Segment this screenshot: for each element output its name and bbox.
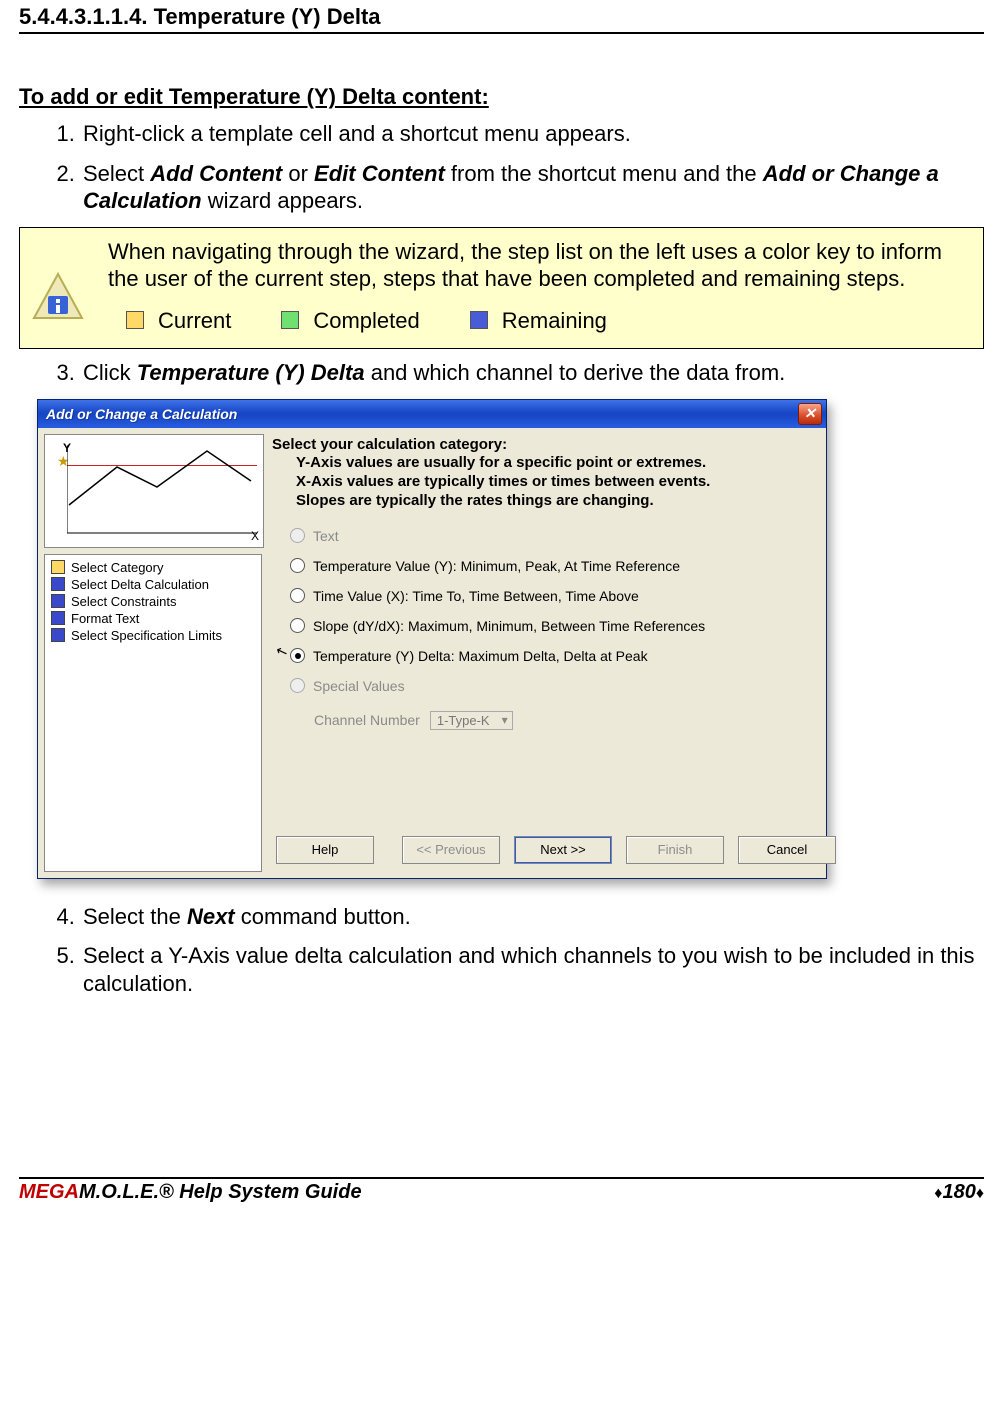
text: Select xyxy=(83,161,150,186)
info-icon xyxy=(32,238,88,331)
wizard-step-item[interactable]: Select Constraints xyxy=(49,593,257,610)
radio-icon xyxy=(290,678,305,693)
instruction-list-cont: Click Temperature (Y) Delta and which ch… xyxy=(19,359,984,387)
dialog-button-bar: Help << Previous Next >> Finish Cancel xyxy=(268,826,844,872)
text: from the shortcut menu and the xyxy=(445,161,763,186)
subsection-heading: To add or edit Temperature (Y) Delta con… xyxy=(19,84,984,110)
wizard-step-list: Select Category Select Delta Calculation… xyxy=(44,554,262,872)
instruction-step-4: Select the Next command button. xyxy=(81,903,984,931)
diamond-icon: ♦ xyxy=(976,1185,984,1202)
channel-number-label: Channel Number xyxy=(314,712,420,728)
category-description: Select your calculation category: Y-Axis… xyxy=(268,434,844,521)
instruction-step-2: Select Add Content or Edit Content from … xyxy=(81,160,984,215)
radio-icon xyxy=(290,558,305,573)
legend-chip-remaining xyxy=(470,311,488,329)
category-options: Text Temperature Value (Y): Minimum, Pea… xyxy=(268,521,844,826)
emphasis-edit-content: Edit Content xyxy=(314,161,445,186)
emphasis-add-content: Add Content xyxy=(150,161,282,186)
radio-label: Slope (dY/dX): Maximum, Minimum, Between… xyxy=(313,618,705,634)
radio-icon xyxy=(290,528,305,543)
axis-x-label: X xyxy=(251,529,259,543)
dialog-titlebar[interactable]: Add or Change a Calculation ✕ xyxy=(38,400,826,428)
instruction-step-1: Right-click a template cell and a shortc… xyxy=(81,120,984,148)
cat-line-1: Select your calculation category: xyxy=(272,436,507,453)
wizard-dialog: Add or Change a Calculation ✕ Y ★ xyxy=(37,399,827,879)
instruction-step-3: Click Temperature (Y) Delta and which ch… xyxy=(81,359,984,387)
legend-chip-current xyxy=(126,311,144,329)
step-chip-icon xyxy=(51,594,65,608)
step-chip-icon xyxy=(51,560,65,574)
section-title: Temperature (Y) Delta xyxy=(154,4,381,29)
cancel-button[interactable]: Cancel xyxy=(738,836,836,864)
radio-label: Temperature Value (Y): Minimum, Peak, At… xyxy=(313,558,680,574)
emphasis-temp-y-delta: Temperature (Y) Delta xyxy=(137,360,365,385)
emphasis-next: Next xyxy=(187,904,235,929)
text: Select the xyxy=(83,904,187,929)
cursor-icon: ↖ xyxy=(273,641,290,661)
next-button[interactable]: Next >> xyxy=(514,836,612,864)
step-label: Format Text xyxy=(71,611,139,626)
finish-button: Finish xyxy=(626,836,724,864)
instruction-list-cont-2: Select the Next command button. Select a… xyxy=(19,903,984,998)
radio-option-text: Text xyxy=(290,521,844,551)
radio-option-temp-y[interactable]: Temperature Value (Y): Minimum, Peak, At… xyxy=(290,551,844,581)
page-num: 180 xyxy=(942,1181,975,1203)
color-legend: Current Completed Remaining xyxy=(108,307,969,335)
text: Click xyxy=(83,360,137,385)
previous-button: << Previous xyxy=(402,836,500,864)
radio-option-special: Special Values xyxy=(290,671,844,701)
channel-number-row: Channel Number 1-Type-K xyxy=(290,701,844,730)
legend-chip-completed xyxy=(281,311,299,329)
help-button[interactable]: Help xyxy=(276,836,374,864)
step-label: Select Category xyxy=(71,560,164,575)
instruction-step-5: Select a Y-Axis value delta calculation … xyxy=(81,942,984,997)
wizard-step-item[interactable]: Select Delta Calculation xyxy=(49,576,257,593)
radio-label: Special Values xyxy=(313,678,405,694)
footer-page-number: ♦180♦ xyxy=(934,1181,984,1204)
page-footer: MEGAM.O.L.E.® Help System Guide ♦180♦ xyxy=(19,1177,984,1204)
step-chip-icon xyxy=(51,628,65,642)
step-label: Select Delta Calculation xyxy=(71,577,209,592)
cat-line-4: Slopes are typically the rates things ar… xyxy=(272,492,840,511)
instruction-list: Right-click a template cell and a shortc… xyxy=(19,120,984,215)
radio-label: Temperature (Y) Delta: Maximum Delta, De… xyxy=(313,648,648,664)
text: wizard appears. xyxy=(202,188,363,213)
legend-label-completed: Completed xyxy=(313,307,419,335)
text: and which channel to derive the data fro… xyxy=(365,360,786,385)
category-thumbnail: Y ★ X xyxy=(44,434,264,548)
radio-icon xyxy=(290,588,305,603)
radio-icon xyxy=(290,648,305,663)
radio-option-time-x[interactable]: Time Value (X): Time To, Time Between, T… xyxy=(290,581,844,611)
channel-number-select: 1-Type-K xyxy=(430,711,513,730)
info-callout: When navigating through the wizard, the … xyxy=(19,227,984,350)
cat-line-3: X-Axis values are typically times or tim… xyxy=(272,473,840,492)
close-button[interactable]: ✕ xyxy=(798,403,822,425)
legend-label-remaining: Remaining xyxy=(502,307,607,335)
step-label: Select Specification Limits xyxy=(71,628,222,643)
footer-mega: MEGA xyxy=(19,1181,79,1203)
footer-guide-title: MEGAM.O.L.E.® Help System Guide xyxy=(19,1181,362,1204)
wizard-step-item[interactable]: Select Category xyxy=(49,559,257,576)
radio-option-temp-delta[interactable]: ↖ Temperature (Y) Delta: Maximum Delta, … xyxy=(290,641,844,671)
text: or xyxy=(282,161,314,186)
radio-label: Time Value (X): Time To, Time Between, T… xyxy=(313,588,639,604)
footer-rest: M.O.L.E.® Help System Guide xyxy=(79,1181,362,1203)
text: command button. xyxy=(235,904,411,929)
step-label: Select Constraints xyxy=(71,594,177,609)
close-icon: ✕ xyxy=(804,405,816,421)
dialog-title: Add or Change a Calculation xyxy=(46,406,237,422)
radio-icon xyxy=(290,618,305,633)
step-chip-icon xyxy=(51,577,65,591)
wizard-step-item[interactable]: Select Specification Limits xyxy=(49,627,257,644)
cat-line-2: Y-Axis values are usually for a specific… xyxy=(272,454,840,473)
section-heading: 5.4.4.3.1.1.4. Temperature (Y) Delta xyxy=(19,4,984,34)
radio-option-slope[interactable]: Slope (dY/dX): Maximum, Minimum, Between… xyxy=(290,611,844,641)
legend-label-current: Current xyxy=(158,307,231,335)
radio-label: Text xyxy=(313,528,339,544)
section-number: 5.4.4.3.1.1.4. xyxy=(19,4,147,29)
info-text: When navigating through the wizard, the … xyxy=(108,238,969,293)
step-chip-icon xyxy=(51,611,65,625)
wizard-step-item[interactable]: Format Text xyxy=(49,610,257,627)
